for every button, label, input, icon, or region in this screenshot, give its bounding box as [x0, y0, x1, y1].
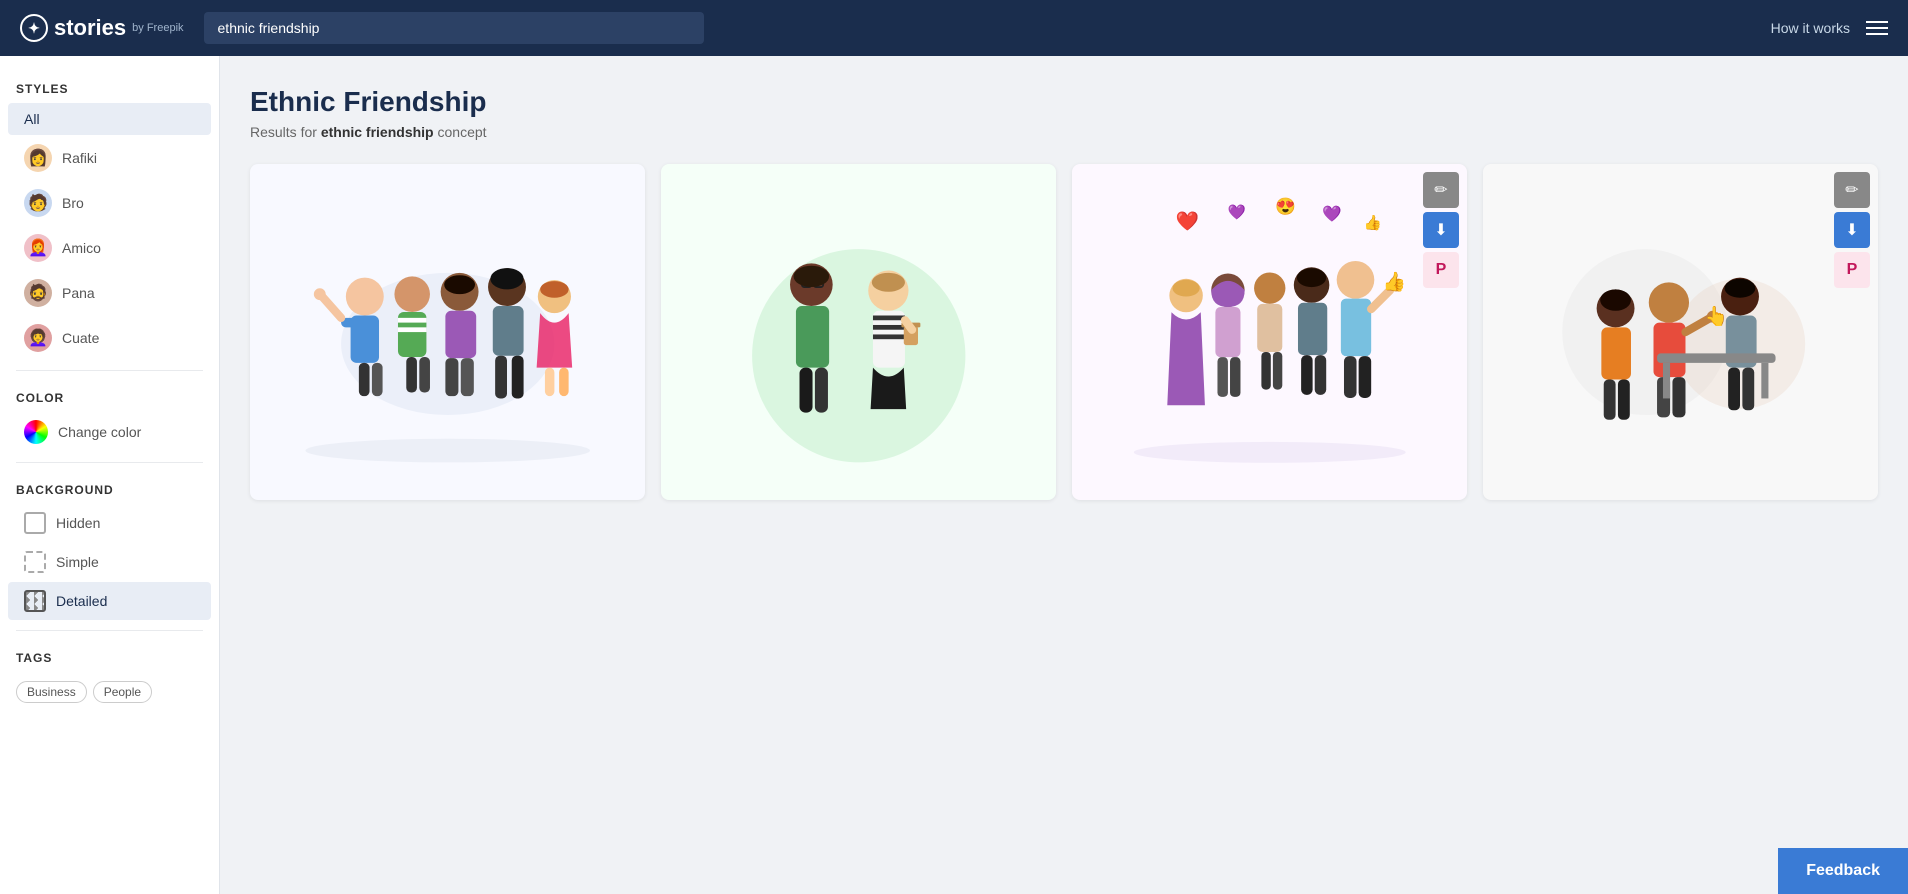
- divider-1: [16, 370, 203, 371]
- background-section-title: BACKGROUND: [0, 473, 219, 503]
- tag-business[interactable]: Business: [16, 681, 87, 703]
- svg-text:👍: 👍: [1364, 213, 1382, 231]
- logo-text: stories: [54, 15, 126, 41]
- illustration-1: [250, 164, 645, 500]
- logo-icon: ✦: [20, 14, 48, 42]
- styles-section-title: STYLES: [0, 72, 219, 102]
- rafiki-label: Rafiki: [62, 150, 97, 166]
- sidebar-item-bro[interactable]: 🧑 Bro: [8, 181, 211, 225]
- change-color-label: Change color: [58, 424, 141, 440]
- tags-list: Business People: [16, 681, 203, 703]
- logo[interactable]: ✦ stories by Freepik: [20, 14, 184, 42]
- color-wheel-icon: [24, 420, 48, 444]
- illustration-3: ❤️ 💜 😍 💜 👍: [1072, 164, 1467, 500]
- sidebar-item-simple[interactable]: Simple: [8, 543, 211, 581]
- avatar-cuate: 👩‍🦱: [24, 324, 52, 352]
- bro-label: Bro: [62, 195, 84, 211]
- sidebar-item-all[interactable]: All: [8, 103, 211, 135]
- tags-section-title: TAGS: [16, 651, 203, 673]
- results-suffix: concept: [438, 124, 487, 140]
- divider-2: [16, 462, 203, 463]
- divider-3: [16, 630, 203, 631]
- illustration-2: [661, 164, 1056, 500]
- results-prefix: Results for: [250, 124, 321, 140]
- detailed-label: Detailed: [56, 593, 107, 609]
- edit-button-3[interactable]: ✏: [1423, 172, 1459, 208]
- results-query: ethnic friendship: [321, 124, 434, 140]
- simple-bg-icon: [24, 551, 46, 573]
- logo-by-text: by Freepik: [132, 22, 183, 34]
- hamburger-menu[interactable]: [1866, 21, 1888, 35]
- pana-label: Pana: [62, 285, 95, 301]
- amico-label: Amico: [62, 240, 101, 256]
- sidebar-item-pana[interactable]: 🧔 Pana: [8, 271, 211, 315]
- avatar-bro: 🧑: [24, 189, 52, 217]
- detailed-bg-icon: [24, 590, 46, 612]
- tag-people[interactable]: People: [93, 681, 152, 703]
- results-text: Results for ethnic friendship concept: [250, 124, 1878, 140]
- header-right: How it works: [1771, 20, 1888, 36]
- card-4-actions: ✏ ⬇ P: [1834, 172, 1870, 288]
- avatar-amico: 👩‍🦰: [24, 234, 52, 262]
- color-section-title: COLOR: [0, 381, 219, 411]
- feedback-button[interactable]: Feedback: [1778, 848, 1908, 894]
- all-label: All: [24, 111, 40, 127]
- illustration-4: 👆: [1483, 164, 1878, 500]
- image-card-2[interactable]: [661, 164, 1056, 500]
- sidebar: STYLES All 👩 Rafiki 🧑 Bro 👩‍🦰 Amico 🧔 Pa…: [0, 56, 220, 894]
- svg-text:👆: 👆: [1704, 304, 1728, 327]
- simple-label: Simple: [56, 554, 99, 570]
- main-layout: STYLES All 👩 Rafiki 🧑 Bro 👩‍🦰 Amico 🧔 Pa…: [0, 56, 1908, 894]
- search-input[interactable]: [204, 12, 704, 44]
- image-card-4[interactable]: 👆 ✏ ⬇ P: [1483, 164, 1878, 500]
- how-it-works-link[interactable]: How it works: [1771, 20, 1850, 36]
- tags-section: TAGS Business People: [0, 641, 219, 713]
- download-button-4[interactable]: ⬇: [1834, 212, 1870, 248]
- svg-text:👍: 👍: [1382, 270, 1405, 293]
- avatar-pana: 🧔: [24, 279, 52, 307]
- card-3-actions: ✏ ⬇ P: [1423, 172, 1459, 288]
- sidebar-item-detailed[interactable]: Detailed: [8, 582, 211, 620]
- change-color-button[interactable]: Change color: [8, 412, 211, 452]
- svg-text:💜: 💜: [1228, 204, 1247, 221]
- avatar-rafiki: 👩: [24, 144, 52, 172]
- cuate-label: Cuate: [62, 330, 99, 346]
- image-card-1[interactable]: [250, 164, 645, 500]
- sidebar-item-hidden[interactable]: Hidden: [8, 504, 211, 542]
- download-button-3[interactable]: ⬇: [1423, 212, 1459, 248]
- image-card-3[interactable]: ❤️ 💜 😍 💜 👍: [1072, 164, 1467, 500]
- hidden-label: Hidden: [56, 515, 100, 531]
- image-grid: ❤️ 💜 😍 💜 👍: [250, 164, 1878, 500]
- page-title: Ethnic Friendship: [250, 86, 1878, 118]
- header: ✦ stories by Freepik How it works: [0, 0, 1908, 56]
- svg-text:❤️: ❤️: [1175, 210, 1199, 231]
- sidebar-item-rafiki[interactable]: 👩 Rafiki: [8, 136, 211, 180]
- sidebar-item-amico[interactable]: 👩‍🦰 Amico: [8, 226, 211, 270]
- edit-button-4[interactable]: ✏: [1834, 172, 1870, 208]
- svg-text:😍: 😍: [1275, 197, 1296, 216]
- hidden-bg-icon: [24, 512, 46, 534]
- pinterest-button-3[interactable]: P: [1423, 252, 1459, 288]
- pinterest-button-4[interactable]: P: [1834, 252, 1870, 288]
- sidebar-item-cuate[interactable]: 👩‍🦱 Cuate: [8, 316, 211, 360]
- content-area: Ethnic Friendship Results for ethnic fri…: [220, 56, 1908, 894]
- svg-text:💜: 💜: [1322, 205, 1342, 223]
